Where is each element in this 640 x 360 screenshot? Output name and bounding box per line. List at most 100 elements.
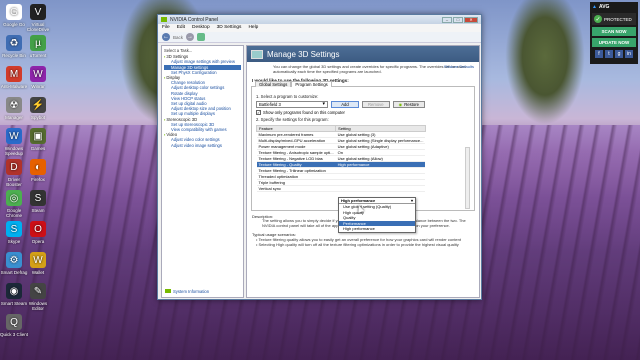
app-icon: S [30, 190, 46, 206]
step2-label: 2. Specify the settings for this program… [256, 116, 329, 122]
social-icon[interactable]: in [625, 50, 633, 58]
task-tree: 3D SettingsAdjust image settings with pr… [164, 54, 241, 148]
tab-global-settings[interactable]: Global Settings [255, 80, 292, 87]
menu-item[interactable]: Help [248, 25, 258, 31]
content-pane: Manage 3D Settings Restore Defaults You … [246, 45, 480, 298]
app-icon: G [6, 4, 22, 20]
menu-item[interactable]: File [162, 25, 170, 31]
avg-widget: ▲ AVG ✓ PROTECTED SCAN NOW UPDATE NOW ftgi… [590, 2, 638, 64]
avg-brand: AVG [598, 4, 610, 10]
settings-panel: Global Settings Program Settings 1. Sele… [251, 80, 475, 233]
forward-arrow-icon[interactable]: → [186, 33, 195, 41]
toolbar: ← Back → [158, 32, 481, 43]
desktop-icon-label: Windows Editor [28, 301, 48, 311]
app-icon: W [6, 128, 22, 144]
setting-dropdown[interactable]: High performance Use global setting (Qua… [338, 196, 416, 233]
desktop-icon[interactable]: O Opera [24, 221, 52, 244]
desktop-icon[interactable]: ⚡ Spybot [24, 97, 52, 120]
menu-item[interactable]: 3D Settings [217, 25, 242, 31]
task-caption: Select a Task... [164, 48, 193, 53]
desktop-icon-label: uTorrent [29, 53, 47, 58]
feature-cell: Texture filtering - Anisotropic sample o… [256, 149, 336, 156]
feature-cell: Texture filtering - Trilinear optimizati… [256, 167, 336, 174]
desktop-icon[interactable]: ▣ Games [24, 128, 52, 151]
feature-cell: Vertical sync [256, 185, 336, 192]
menu-item[interactable]: Edit [177, 25, 185, 31]
menu-bar: File Edit Desktop 3D Settings Help [158, 24, 481, 32]
app-icon: ◐ [30, 159, 46, 175]
desktop-icon[interactable]: µ uTorrent [24, 35, 52, 58]
page-title: Manage 3D Settings [267, 49, 340, 59]
tab-program-settings[interactable]: Program Settings [291, 80, 332, 87]
app-icon: ⚙ [6, 252, 22, 268]
desktop-icon-label: Winrar [31, 84, 45, 89]
table-row[interactable]: Vertical sync [256, 185, 426, 192]
app-icon: W [30, 66, 46, 82]
app-icon: O [30, 221, 46, 237]
usage-item: • Selecting High quality will turn off a… [256, 241, 459, 247]
desktop-icon-label: Opera [31, 239, 45, 244]
social-icon[interactable]: t [605, 50, 613, 58]
dropdown-option[interactable]: High performance [339, 226, 415, 232]
app-icon: S [6, 221, 22, 237]
close-button[interactable]: ✕ [464, 16, 478, 23]
app-icon: ◎ [6, 190, 22, 206]
restore-button[interactable]: ◉ Restore [392, 100, 425, 108]
feature-cell: Multi-display/mixed-GPU acceleration [256, 137, 336, 144]
restore-icon: ◉ [398, 101, 403, 107]
avg-logo-icon: ▲ [592, 4, 597, 10]
desktop-icon[interactable]: V Virtual CloneDrive [24, 4, 52, 32]
app-icon: ▣ [30, 128, 46, 144]
app-icon: V [30, 4, 46, 20]
app-icon: ♻ [6, 35, 22, 51]
social-icon[interactable]: f [595, 50, 603, 58]
setting-cell [335, 185, 426, 192]
window-title: NVIDIA Control Panel [170, 16, 219, 23]
table-row[interactable]: Multi-display/mixed-GPU acceleration Use … [256, 137, 426, 144]
settings-scrollbar[interactable] [465, 146, 470, 209]
maximize-button[interactable]: □ [453, 16, 463, 23]
app-icon: Q [6, 314, 22, 330]
dropdown-current[interactable]: High performance [339, 197, 415, 205]
system-information-link[interactable]: System Information [165, 289, 209, 294]
avg-status: PROTECTED [604, 16, 632, 22]
settings-table: Feature Setting Maximum pre-rendered fra… [255, 124, 426, 192]
add-button[interactable]: Add [331, 100, 359, 108]
desktop-icon[interactable]: W Wallet [24, 252, 52, 275]
3d-settings-icon [251, 49, 263, 59]
desktop-icon-label: Wallet [31, 270, 45, 275]
back-arrow-icon[interactable]: ← [162, 33, 170, 41]
update-now-button[interactable]: UPDATE NOW [592, 38, 636, 47]
scan-now-button[interactable]: SCAN NOW [592, 27, 636, 36]
task-link[interactable]: Adjust video image settings [164, 143, 241, 148]
desktop-icon[interactable]: W Winrar [24, 66, 52, 89]
page-header: Manage 3D Settings [247, 46, 479, 62]
task-pane: Select a Task... 3D SettingsAdjust image… [161, 45, 244, 298]
desktop-icon[interactable]: S Steam [24, 190, 52, 213]
social-links: f t g in [592, 50, 636, 58]
back-label[interactable]: Back [173, 35, 183, 40]
menu-item[interactable]: Desktop [192, 25, 210, 31]
app-icon: ☢ [6, 97, 22, 113]
task-link[interactable]: Adjust image settings with preview [164, 59, 241, 64]
social-icon[interactable]: g [615, 50, 623, 58]
nvidia-control-panel-window: NVIDIA Control Panel – □ ✕ File Edit Deskt… [157, 14, 482, 300]
desktop-icon-label: Virtual CloneDrive [26, 22, 50, 32]
title-bar: NVIDIA Control Panel – □ ✕ [158, 15, 481, 24]
desktop-icon-label: Steam [31, 208, 45, 213]
app-icon: ✎ [30, 283, 46, 299]
show-only-checkbox[interactable]: ✓ [256, 109, 261, 115]
restore-defaults-link[interactable]: Restore Defaults [444, 64, 474, 69]
desktop-icon-label: Games [30, 146, 46, 151]
minimize-button[interactable]: – [442, 16, 452, 23]
desktop-icon[interactable]: ◐ Firefox [24, 159, 52, 182]
desktop-icon-label: Spybot [30, 115, 45, 120]
check-icon: ✓ [594, 15, 602, 23]
remove-button[interactable]: Remove [362, 100, 390, 108]
home-icon[interactable] [197, 33, 206, 41]
desktop-icon-label: Quick 3 Client [0, 332, 29, 337]
program-select[interactable]: Battlefield 3 [256, 100, 328, 108]
desktop-icon[interactable]: Q Quick 3 Client [0, 314, 28, 337]
desktop-icon[interactable]: ✎ Windows Editor [24, 283, 52, 311]
desktop-icon-label: Firefox [31, 177, 45, 182]
